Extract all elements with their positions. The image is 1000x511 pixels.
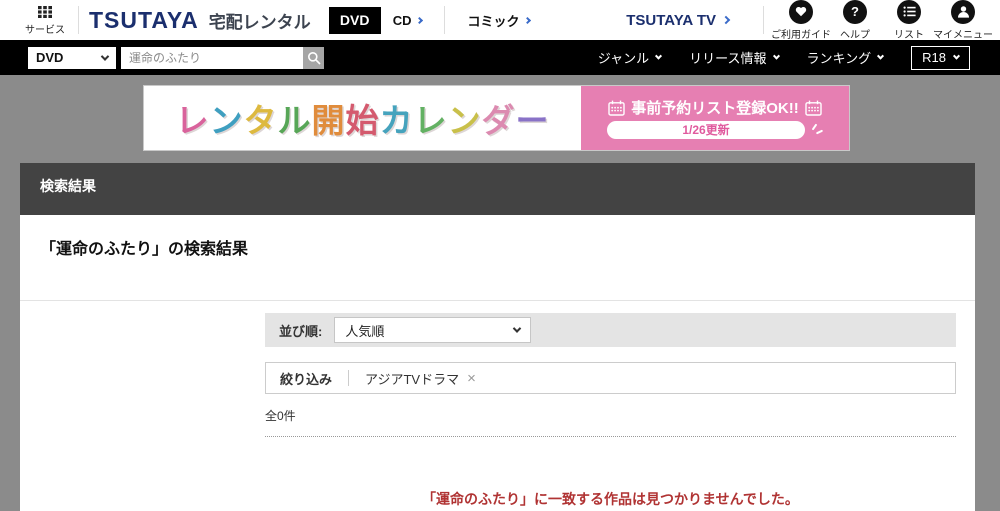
list-button[interactable]: リスト [882, 0, 936, 41]
sort-label: 並び順: [279, 323, 323, 339]
chevron-right-icon [721, 15, 731, 25]
banner-title-char: タ [243, 102, 278, 139]
banner-title-char: レ [175, 102, 210, 139]
filter-label: 絞り込み [280, 371, 333, 387]
banner-promo: 事前予約リスト登録OK!! 1/26更新 [581, 86, 849, 150]
chevron-down-icon [100, 51, 110, 61]
tsutaya-tv-link[interactable]: TSUTAYA TV [626, 11, 731, 29]
my-menu-label: マイメニュー [933, 29, 993, 41]
tab-cd-label: CD [392, 12, 412, 28]
banner-title: レンタル開始カレンダー [144, 86, 581, 150]
search-input[interactable] [121, 46, 303, 69]
list-icon [897, 0, 921, 24]
remove-filter-icon[interactable]: × [467, 371, 476, 386]
banner-update-row: 1/26更新 [607, 121, 824, 139]
service-name: 宅配レンタル [208, 12, 311, 32]
chevron-down-icon [772, 52, 780, 60]
category-select[interactable]: DVD [28, 46, 116, 69]
release-info-menu[interactable]: リリース情報 [689, 48, 780, 67]
banner-title-char: 開 [311, 102, 346, 139]
sparkle-icon [811, 123, 824, 136]
chevron-down-icon [952, 52, 961, 60]
user-icon [951, 0, 975, 24]
tsutaya-logo[interactable]: TSUTAYA [89, 7, 199, 34]
grid-icon [38, 5, 52, 18]
guide-button[interactable]: ご利用ガイド [771, 0, 831, 41]
chevron-right-icon [416, 16, 424, 24]
calendar-icon [608, 100, 625, 116]
empty-result-message: 「運命のふたり」に一致する作品は見つかりませんでした。 [422, 491, 799, 507]
list-label: リスト [894, 29, 924, 41]
help-button[interactable]: ? ヘルプ [828, 0, 882, 41]
section-title: 検索結果 [40, 178, 96, 194]
banner-title-char: カ [379, 102, 414, 139]
help-label: ヘルプ [840, 29, 870, 41]
page-title: 「運命のふたり」の検索結果 [40, 241, 249, 258]
header-divider [444, 6, 446, 34]
search-navbar: DVD ジャンル リリース情報 ランキング R18 [0, 40, 1000, 75]
tsutaya-tv-label: TSUTAYA TV [626, 11, 716, 29]
release-info-label: リリース情報 [689, 51, 767, 66]
header-divider [763, 6, 764, 34]
banner-title-char: レ [413, 102, 448, 139]
genre-menu[interactable]: ジャンル [597, 48, 663, 67]
tab-dvd[interactable]: DVD [328, 6, 381, 34]
page-background: レンタル開始カレンダー 事前予約リスト登録OK!! 1/26更新 検索結果 「運… [0, 75, 1000, 511]
sort-select[interactable]: 人気順 [334, 317, 532, 343]
guide-heart-icon [789, 0, 813, 24]
help-icon: ? [843, 0, 867, 24]
results-content: 並び順: 人気順 絞り込み アジアTVドラマ × 全0件 「運命のふたり」に一致… [265, 313, 956, 509]
calendar-icon [805, 100, 822, 116]
chevron-down-icon [877, 52, 885, 60]
title-divider [20, 300, 975, 301]
banner-title-char: ダ [481, 102, 516, 139]
chevron-down-icon [655, 52, 663, 60]
service-label: サービス [25, 24, 65, 36]
chevron-right-icon [524, 16, 532, 24]
filter-box: 絞り込み アジアTVドラマ × [265, 362, 956, 394]
banner-title-char: ル [277, 102, 312, 139]
my-menu-button[interactable]: マイメニュー [933, 0, 993, 41]
r18-select[interactable]: R18 [911, 45, 970, 70]
top-header: サービス TSUTAYA 宅配レンタル DVD CD コミック TSUTAYA … [0, 0, 1000, 41]
dotted-divider [265, 436, 956, 437]
update-date-pill: 1/26更新 [607, 121, 805, 139]
category-select-value: DVD [36, 50, 64, 65]
rental-calendar-banner[interactable]: レンタル開始カレンダー 事前予約リスト登録OK!! 1/26更新 [143, 85, 850, 151]
banner-title-char: ン [447, 102, 482, 139]
tab-comic-label: コミック [467, 13, 520, 29]
banner-title-char: ン [209, 102, 244, 139]
banner-promo-row: 事前予約リスト登録OK!! [608, 97, 822, 118]
ranking-menu[interactable]: ランキング [806, 48, 885, 67]
section-title-bar: 検索結果 [20, 163, 975, 215]
tab-cd[interactable]: CD [392, 12, 424, 28]
guide-label: ご利用ガイド [771, 29, 831, 41]
utility-menu: ご利用ガイド ? ヘルプ リスト マイメニュー [771, 0, 1000, 41]
ranking-label: ランキング [806, 51, 872, 66]
sort-bar: 並び順: 人気順 [265, 313, 956, 347]
filter-divider [348, 370, 350, 386]
search-icon [307, 51, 321, 65]
search-button[interactable] [303, 46, 324, 69]
sort-select-value: 人気順 [345, 323, 385, 339]
results-card: 検索結果 「運命のふたり」の検索結果 並び順: 人気順 絞り込み アジアTVドラ… [20, 163, 975, 511]
banner-promo-text: 事前予約リスト登録OK!! [631, 100, 799, 117]
service-menu-button[interactable]: サービス [22, 5, 68, 36]
result-count: 全0件 [265, 409, 296, 423]
chevron-down-icon [513, 324, 522, 333]
banner-title-char: 始 [345, 102, 380, 139]
r18-label: R18 [922, 50, 946, 65]
genre-label: ジャンル [597, 51, 650, 66]
header-divider [78, 6, 79, 34]
banner-title-char: ー [515, 102, 550, 139]
tab-comic[interactable]: コミック [467, 11, 532, 30]
filter-tag: アジアTVドラマ [365, 371, 460, 387]
